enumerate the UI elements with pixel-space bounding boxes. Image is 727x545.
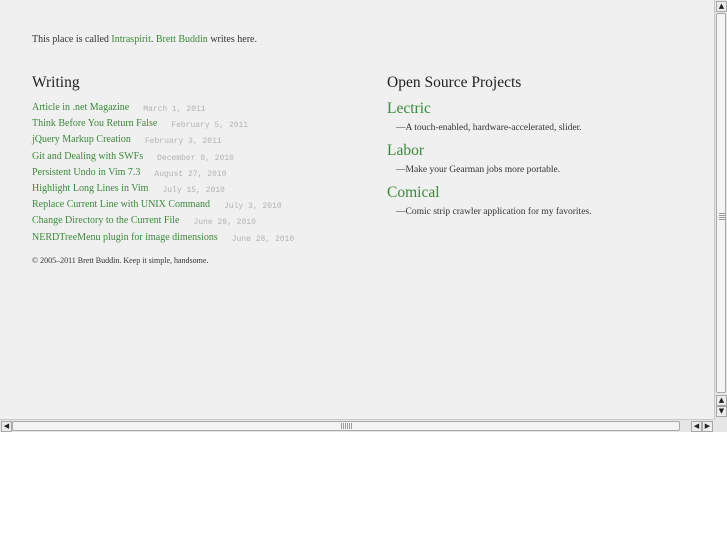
arrow-right-icon: ▶ (704, 422, 711, 430)
article-item: Change Directory to the Current File June… (32, 210, 294, 228)
article-link[interactable]: Replace Current Line with UNIX Command (32, 199, 210, 210)
article-date: March 1, 2011 (143, 105, 206, 114)
project-item: Labor —Make your Gearman jobs more porta… (387, 142, 560, 175)
article-date: February 3, 2011 (144, 137, 222, 147)
article-item: Article in .net Magazine March 1, 2011 (32, 97, 294, 114)
article-item: jQuery Markup Creation February 3, 2011 (32, 129, 294, 147)
article-link[interactable]: Persistent Undo in Vim 7.3 (32, 167, 140, 178)
article-link[interactable]: jQuery Markup Creation (32, 134, 131, 145)
article-item: NERDTreeMenu plugin for image dimensions… (32, 227, 295, 244)
article-link[interactable]: NERDTreeMenu plugin for image dimensions (32, 232, 218, 243)
article-item: Git and Dealing with SWFs December 8, 201… (32, 146, 294, 163)
article-date: July 3, 2010 (224, 202, 282, 212)
scroll-up-button[interactable]: ▲ (716, 395, 727, 406)
vertical-scroll-thumb[interactable] (716, 13, 726, 393)
article-item: Replace Current Line with UNIX Command Ju… (32, 194, 294, 212)
arrow-down-icon: ▼ (718, 407, 725, 415)
grip-icon (341, 423, 353, 429)
project-link-labor[interactable]: Labor (387, 142, 560, 160)
scrollbar-corner (714, 419, 727, 432)
arrow-up-icon: ▲ (718, 2, 725, 10)
horizontal-scroll-thumb[interactable] (12, 421, 680, 431)
arrow-left-icon: ◀ (3, 422, 10, 430)
scroll-up-top-button[interactable]: ▲ (716, 1, 727, 12)
project-link-comical[interactable]: Comical (387, 184, 591, 202)
footer-copyright: © 2005–2011 Brett Buddin. Keep it simple… (32, 256, 209, 265)
article-link[interactable]: Highlight Long Lines in Vim (32, 183, 148, 194)
article-item: Highlight Long Lines in Vim July 15, 2010 (32, 178, 294, 195)
article-date: July 15, 2010 (162, 185, 225, 195)
article-date: August 27, 2010 (154, 169, 227, 179)
scroll-left-end-button[interactable]: ◀ (691, 421, 702, 432)
article-list: Article in .net Magazine March 1, 2011 Th… (32, 97, 295, 244)
intro-prefix: This place is called (32, 34, 112, 45)
scroll-down-button[interactable]: ▼ (716, 406, 727, 417)
projects-heading: Open Source Projects (387, 74, 522, 91)
project-description: —Comic strip crawler application for my … (396, 207, 592, 217)
project-item: Lectric —A touch-enabled, hardware-accel… (387, 100, 582, 133)
article-item: Persistent Undo in Vim 7.3 August 27, 201… (32, 162, 294, 179)
article-link[interactable]: Git and Dealing with SWFs (32, 151, 143, 162)
article-date: February 5, 2011 (171, 121, 249, 131)
intro-text: This place is called Intraspirit. Brett … (32, 34, 257, 45)
scroll-right-button[interactable]: ▶ (702, 421, 713, 432)
page-viewport: This place is called Intraspirit. Brett … (0, 0, 714, 419)
article-item: Think Before You Return False February 5,… (32, 113, 294, 131)
project-link-lectric[interactable]: Lectric (387, 100, 582, 118)
project-description: —A touch-enabled, hardware-accelerated, … (396, 123, 582, 133)
horizontal-scrollbar[interactable]: ◀ ◀ ▶ (0, 419, 714, 432)
project-description: —Make your Gearman jobs more portable. (396, 165, 561, 175)
article-link[interactable]: Think Before You Return False (32, 118, 157, 129)
intro-suffix: writes here. (207, 34, 257, 45)
article-date: December 8, 2010 (157, 153, 234, 163)
arrow-left-icon: ◀ (693, 422, 700, 430)
writing-heading: Writing (32, 74, 80, 91)
scroll-left-button[interactable]: ◀ (1, 421, 12, 432)
author-link[interactable]: Brett Buddin (156, 34, 208, 45)
arrow-up-icon: ▲ (718, 396, 725, 404)
project-item: Comical —Comic strip crawler application… (387, 184, 591, 217)
grip-icon (719, 212, 725, 220)
vertical-scrollbar[interactable]: ▲ ▲ ▼ (714, 0, 727, 419)
site-name-link[interactable]: Intraspirit (111, 34, 150, 45)
article-link[interactable]: Change Directory to the Current File (32, 215, 179, 226)
article-link[interactable]: Article in .net Magazine (32, 102, 129, 113)
article-date: June 29, 2010 (193, 218, 256, 228)
article-date: June 28, 2010 (231, 234, 295, 244)
